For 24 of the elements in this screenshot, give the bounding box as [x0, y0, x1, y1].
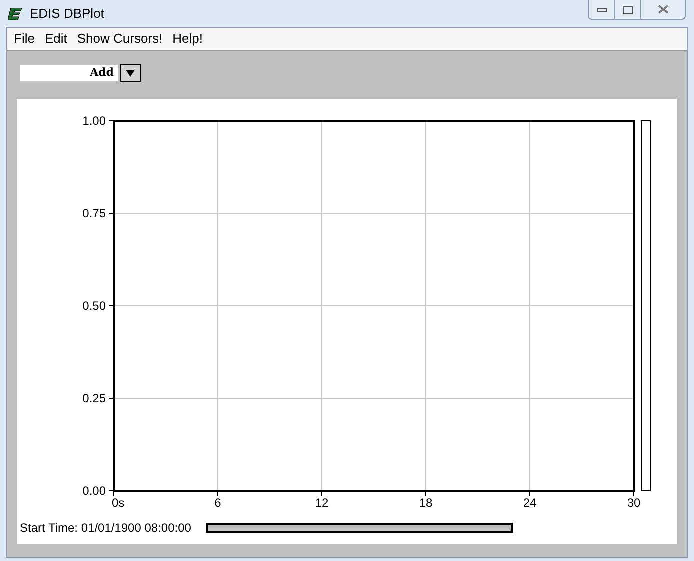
y-tick-label: 0.75 [82, 206, 106, 220]
x-tick-label: 30 [627, 496, 641, 509]
y-tick-label: 1.00 [82, 114, 106, 128]
x-tick-label: 6 [214, 496, 222, 509]
close-icon [658, 5, 668, 14]
x-tick-label: 18 [419, 496, 433, 509]
add-field[interactable]: Add [20, 65, 118, 81]
vertical-scrollbar[interactable] [641, 120, 651, 492]
window-title: EDIS DBPlot [30, 4, 104, 23]
menu-item[interactable]: Show Cursors! [77, 29, 163, 49]
y-tick-label: 0.25 [82, 392, 106, 406]
x-tick-label: 24 [523, 496, 537, 509]
menu-item[interactable]: Help! [172, 29, 203, 49]
y-tick-label: 0.50 [82, 299, 106, 313]
app-logo-icon [8, 8, 22, 20]
caret-icon [126, 70, 135, 76]
x-tick-label: 0s [112, 496, 125, 509]
horizontal-scrollbar[interactable] [206, 523, 514, 533]
start-time-label: Start Time: 01/01/1900 08:00:00 [20, 520, 192, 537]
menu-item[interactable]: Edit [44, 29, 68, 49]
y-tick-label: 0.00 [82, 484, 106, 498]
x-tick-label: 12 [315, 496, 329, 509]
menu-item[interactable]: File [14, 29, 35, 49]
dropdown-button[interactable] [120, 64, 141, 82]
